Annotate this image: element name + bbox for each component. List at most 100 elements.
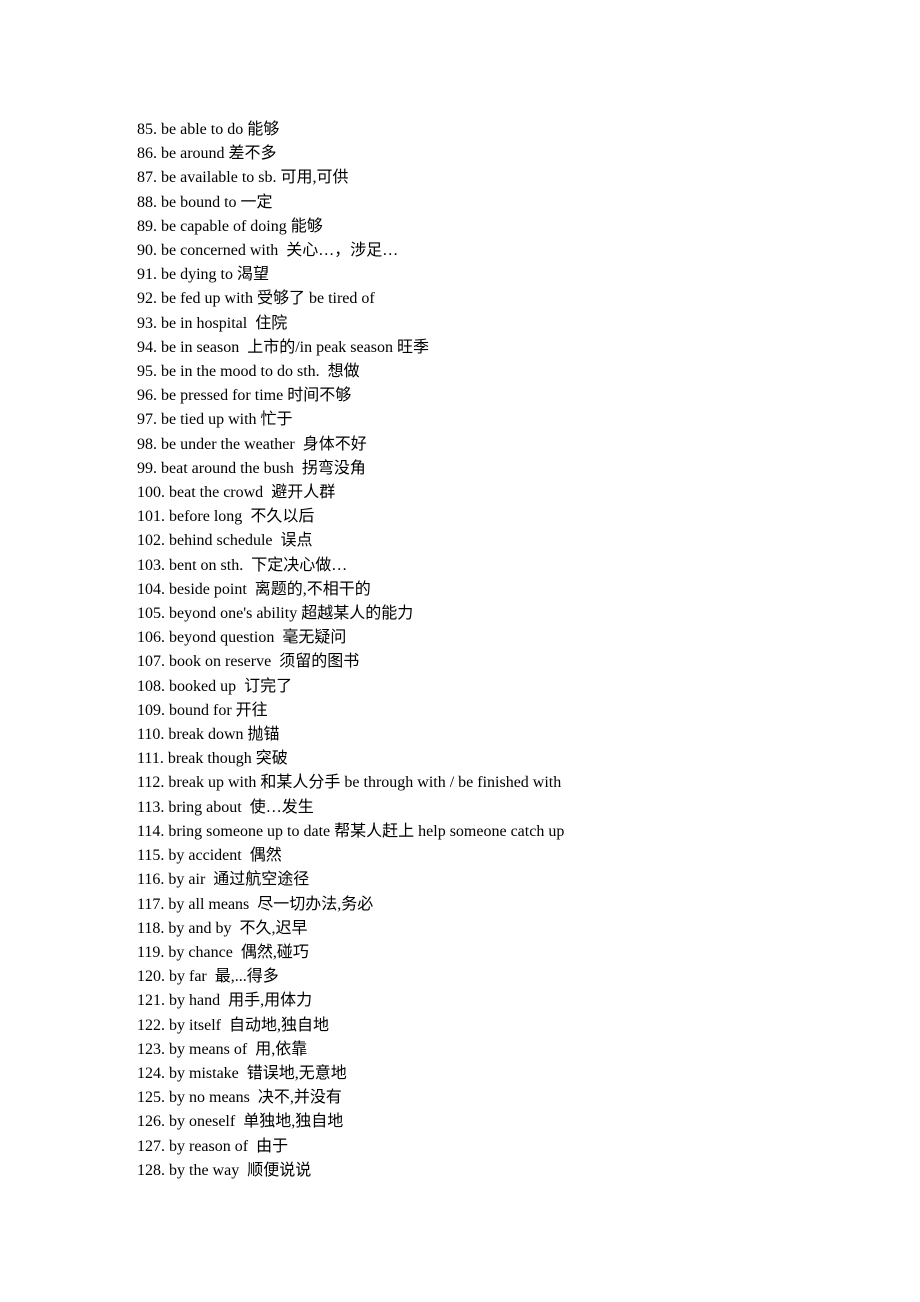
vocabulary-entry: 119. by chance 偶然,碰巧 [137,941,920,965]
entry-number: 99 [137,460,153,477]
entry-phrase: be available to sb. [161,169,277,186]
entry-number: 103 [137,557,161,574]
entry-phrase: before long [169,508,246,525]
vocabulary-entry: 123. by means of 用,依靠 [137,1038,920,1062]
entry-definition: 单独地,独自地 [243,1113,343,1130]
vocabulary-entry: 110. break down 抛锚 [137,723,920,747]
entry-definition: 订完了 [244,678,292,695]
entry-phrase: bound for [169,702,232,719]
entry-definition: 毫无疑问 [282,629,346,646]
entry-number: 97 [137,411,153,428]
entry-phrase: by far [169,968,211,985]
entry-phrase: beat the crowd [169,484,267,501]
entry-definition: 一定 [241,194,273,211]
vocabulary-entry: 92. be fed up with 受够了 be tired of [137,287,920,311]
entry-definition: 通过航空途径 [213,871,309,888]
entry-definition: 不久,迟早 [240,920,308,937]
entry-phrase: be around [161,145,225,162]
entry-number: 114 [137,823,160,840]
entry-phrase: be pressed for time [161,387,283,404]
separator: . [160,750,168,767]
separator: . [161,1138,169,1155]
vocabulary-entry: 116. by air 通过航空途径 [137,868,920,892]
entry-phrase: beside point [169,581,251,598]
vocabulary-entry: 103. bent on sth. 下定决心做… [137,554,920,578]
entry-phrase: beyond one's ability [169,605,297,622]
entry-phrase: beyond question [169,629,278,646]
entry-phrase: by mistake [169,1065,243,1082]
vocabulary-entry: 95. be in the mood to do sth. 想做 [137,360,920,384]
entry-number: 117 [137,896,160,913]
entry-number: 119 [137,944,160,961]
separator: . [153,339,161,356]
vocabulary-entry: 98. be under the weather 身体不好 [137,433,920,457]
entry-number: 105 [137,605,161,622]
entry-number: 111 [137,750,160,767]
entry-definition: 下定决心做… [251,557,347,574]
vocabulary-entry: 108. booked up 订完了 [137,675,920,699]
entry-number: 120 [137,968,161,985]
vocabulary-entry: 99. beat around the bush 拐弯没角 [137,457,920,481]
vocabulary-list: 85. be able to do 能够86. be around 差不多87.… [137,118,920,1183]
entry-number: 118 [137,920,160,937]
separator: . [161,968,169,985]
entry-phrase: by itself [169,1017,225,1034]
entry-definition: 上市的/in peak season 旺季 [247,339,429,356]
entry-phrase: be able to do [161,121,243,138]
vocabulary-entry: 105. beyond one's ability 超越某人的能力 [137,602,920,626]
separator: . [153,169,161,186]
entry-definition: 受够了 be tired of [257,290,375,307]
entry-phrase: by the way [169,1162,243,1179]
vocabulary-entry: 121. by hand 用手,用体力 [137,989,920,1013]
vocabulary-entry: 107. book on reserve 须留的图书 [137,650,920,674]
separator: . [161,653,169,670]
entry-definition: 使…发生 [250,799,314,816]
separator: . [161,581,169,598]
entry-definition: 渴望 [237,266,269,283]
separator: . [161,1113,169,1130]
vocabulary-entry: 96. be pressed for time 时间不够 [137,384,920,408]
separator: . [153,387,161,404]
vocabulary-entry: 86. be around 差不多 [137,142,920,166]
separator: . [153,218,161,235]
entry-phrase: break up with [168,774,256,791]
entry-number: 100 [137,484,161,501]
separator: . [153,121,161,138]
entry-number: 90 [137,242,153,259]
entry-phrase: beat around the bush [161,460,298,477]
entry-number: 91 [137,266,153,283]
separator: . [161,1065,169,1082]
vocabulary-entry: 104. beside point 离题的,不相干的 [137,578,920,602]
entry-definition: 偶然 [250,847,282,864]
entry-number: 123 [137,1041,161,1058]
vocabulary-entry: 90. be concerned with 关心…，涉足… [137,239,920,263]
entry-definition: 最,...得多 [215,968,279,985]
entry-number: 94 [137,339,153,356]
entry-number: 95 [137,363,153,380]
separator: . [161,1089,169,1106]
separator: . [161,532,169,549]
entry-number: 125 [137,1089,161,1106]
entry-number: 93 [137,315,153,332]
entry-phrase: by oneself [169,1113,239,1130]
entry-number: 109 [137,702,161,719]
entry-definition: 偶然,碰巧 [241,944,309,961]
entry-definition: 时间不够 [287,387,351,404]
separator: . [153,315,161,332]
vocabulary-entry: 87. be available to sb. 可用,可供 [137,166,920,190]
separator: . [153,145,161,162]
entry-definition: 和某人分手 be through with / be finished with [260,774,561,791]
entry-definition: 忙于 [261,411,293,428]
vocabulary-entry: 124. by mistake 错误地,无意地 [137,1062,920,1086]
entry-phrase: be in the mood to do sth. [161,363,324,380]
entry-phrase: booked up [169,678,240,695]
entry-definition: 误点 [281,532,313,549]
entry-number: 89 [137,218,153,235]
separator: . [161,702,169,719]
vocabulary-entry: 85. be able to do 能够 [137,118,920,142]
entry-number: 107 [137,653,161,670]
vocabulary-entry: 126. by oneself 单独地,独自地 [137,1110,920,1134]
entry-phrase: by means of [169,1041,251,1058]
entry-definition: 用,依靠 [255,1041,307,1058]
entry-phrase: by chance [168,944,236,961]
